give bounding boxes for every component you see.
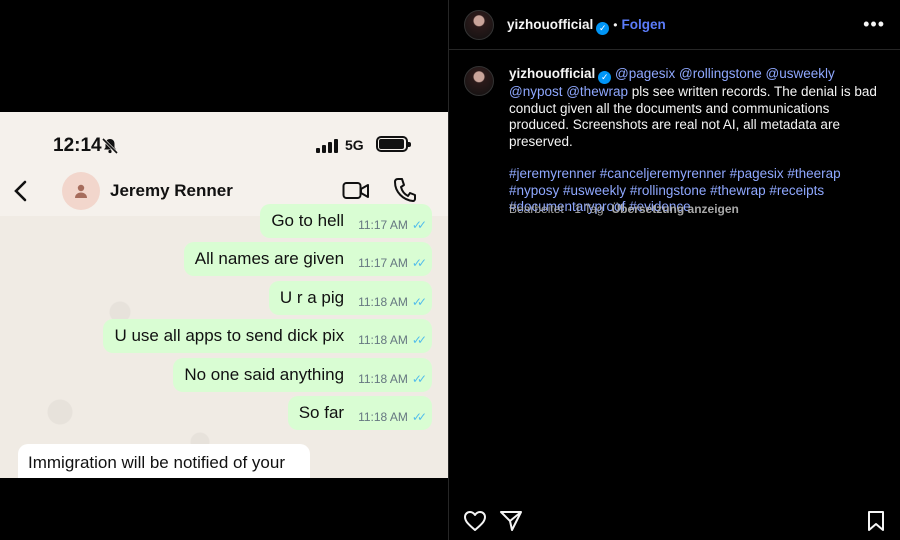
network-label: 5G <box>345 137 364 153</box>
caption-avatar[interactable] <box>464 66 494 96</box>
edited-label: Bearbeitet · 1 Tag <box>509 202 604 216</box>
message-bubble: Go to hell 11:17 AM ✓✓ <box>260 204 432 238</box>
post-header: yizhouofficial ✓ • Folgen ••• <box>449 0 900 50</box>
post-caption: yizhouofficial ✓ @pagesix @rollingstone @… <box>509 66 879 216</box>
message-bubble: U use all apps to send dick pix 11:18 AM… <box>103 319 432 353</box>
bell-muted-icon <box>101 137 119 160</box>
message-time: 11:18 AM ✓✓ <box>358 333 427 347</box>
follow-button[interactable]: Folgen <box>621 17 665 32</box>
incoming-message-text: Immigration will be notified of your <box>28 453 286 472</box>
message-time: 11:17 AM ✓✓ <box>358 218 427 232</box>
incoming-message-bubble: Immigration will be notified of your <box>18 444 310 478</box>
post-actions <box>449 500 900 540</box>
post-meta: Bearbeitet · 1 Tag Übersetzung anzeigen <box>509 202 739 216</box>
message-bubble: U r a pig 11:18 AM ✓✓ <box>268 281 432 315</box>
heart-icon[interactable] <box>463 510 487 537</box>
message-text: All names are given <box>194 249 345 268</box>
message-text: U use all apps to send dick pix <box>114 326 345 345</box>
message-text: Go to hell <box>271 211 345 230</box>
read-ticks-icon: ✓✓ <box>411 295 427 309</box>
read-ticks-icon: ✓✓ <box>411 333 427 347</box>
read-ticks-icon: ✓✓ <box>411 372 427 386</box>
more-options-icon[interactable]: ••• <box>863 14 885 35</box>
translate-button[interactable]: Übersetzung anzeigen <box>612 202 739 216</box>
message-bubble: So far 11:18 AM ✓✓ <box>287 396 432 430</box>
author-avatar[interactable] <box>464 10 494 40</box>
battery-icon <box>376 136 411 152</box>
message-text: So far <box>298 403 345 422</box>
contact-avatar <box>62 172 100 210</box>
message-time: 11:18 AM ✓✓ <box>358 372 427 386</box>
bookmark-icon[interactable] <box>866 510 886 537</box>
phone-time: 12:14 <box>53 135 102 156</box>
verified-badge-icon: ✓ <box>596 22 610 35</box>
post-media[interactable]: 12:14 5G Jeremy Renner Go to hell 11:17 … <box>0 0 448 540</box>
separator-dot: • <box>613 18 618 32</box>
message-time: 11:18 AM ✓✓ <box>358 410 427 424</box>
post-sidebar: yizhouofficial ✓ • Folgen ••• yizhouofficia… <box>448 0 900 540</box>
back-arrow-icon <box>12 179 28 208</box>
phone-status-bar: 12:14 5G <box>0 112 448 172</box>
verified-badge-icon: ✓ <box>598 71 612 84</box>
person-icon <box>75 184 87 198</box>
caption-username[interactable]: yizhouofficial <box>509 66 595 81</box>
message-bubble: No one said anything 11:18 AM ✓✓ <box>173 358 432 392</box>
message-bubble: All names are given 11:17 AM ✓✓ <box>183 242 432 276</box>
message-time: 11:18 AM ✓✓ <box>358 295 427 309</box>
read-ticks-icon: ✓✓ <box>411 256 427 270</box>
read-ticks-icon: ✓✓ <box>411 218 427 232</box>
signal-icon <box>316 139 338 158</box>
message-text: U r a pig <box>279 288 345 307</box>
video-call-icon <box>342 180 370 207</box>
instagram-post-view: 12:14 5G Jeremy Renner Go to hell 11:17 … <box>0 0 900 540</box>
read-ticks-icon: ✓✓ <box>411 410 427 424</box>
author-line: yizhouofficial ✓ • Folgen <box>507 16 666 35</box>
share-icon[interactable] <box>499 510 523 537</box>
chat-screenshot: 12:14 5G Jeremy Renner Go to hell 11:17 … <box>0 112 448 478</box>
message-time: 11:17 AM ✓✓ <box>358 256 427 270</box>
message-text: No one said anything <box>184 365 345 384</box>
contact-name: Jeremy Renner <box>110 181 233 200</box>
author-username[interactable]: yizhouofficial <box>507 17 593 32</box>
